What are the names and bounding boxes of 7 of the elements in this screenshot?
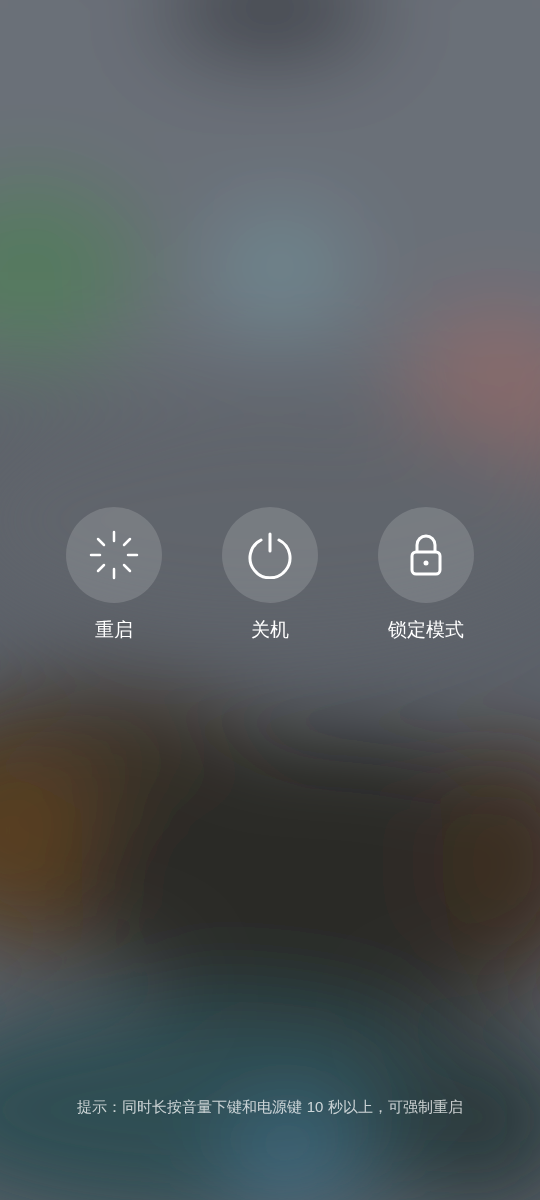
loading-spinner-icon (88, 529, 140, 581)
hint-text: 提示：同时长按音量下键和电源键 10 秒以上，可强制重启 (77, 1096, 463, 1117)
action-label: 重启 (95, 618, 133, 642)
action-label: 关机 (251, 618, 289, 642)
action-label: 锁定模式 (388, 618, 464, 642)
lock-icon (409, 533, 443, 577)
power-icon (246, 531, 294, 579)
